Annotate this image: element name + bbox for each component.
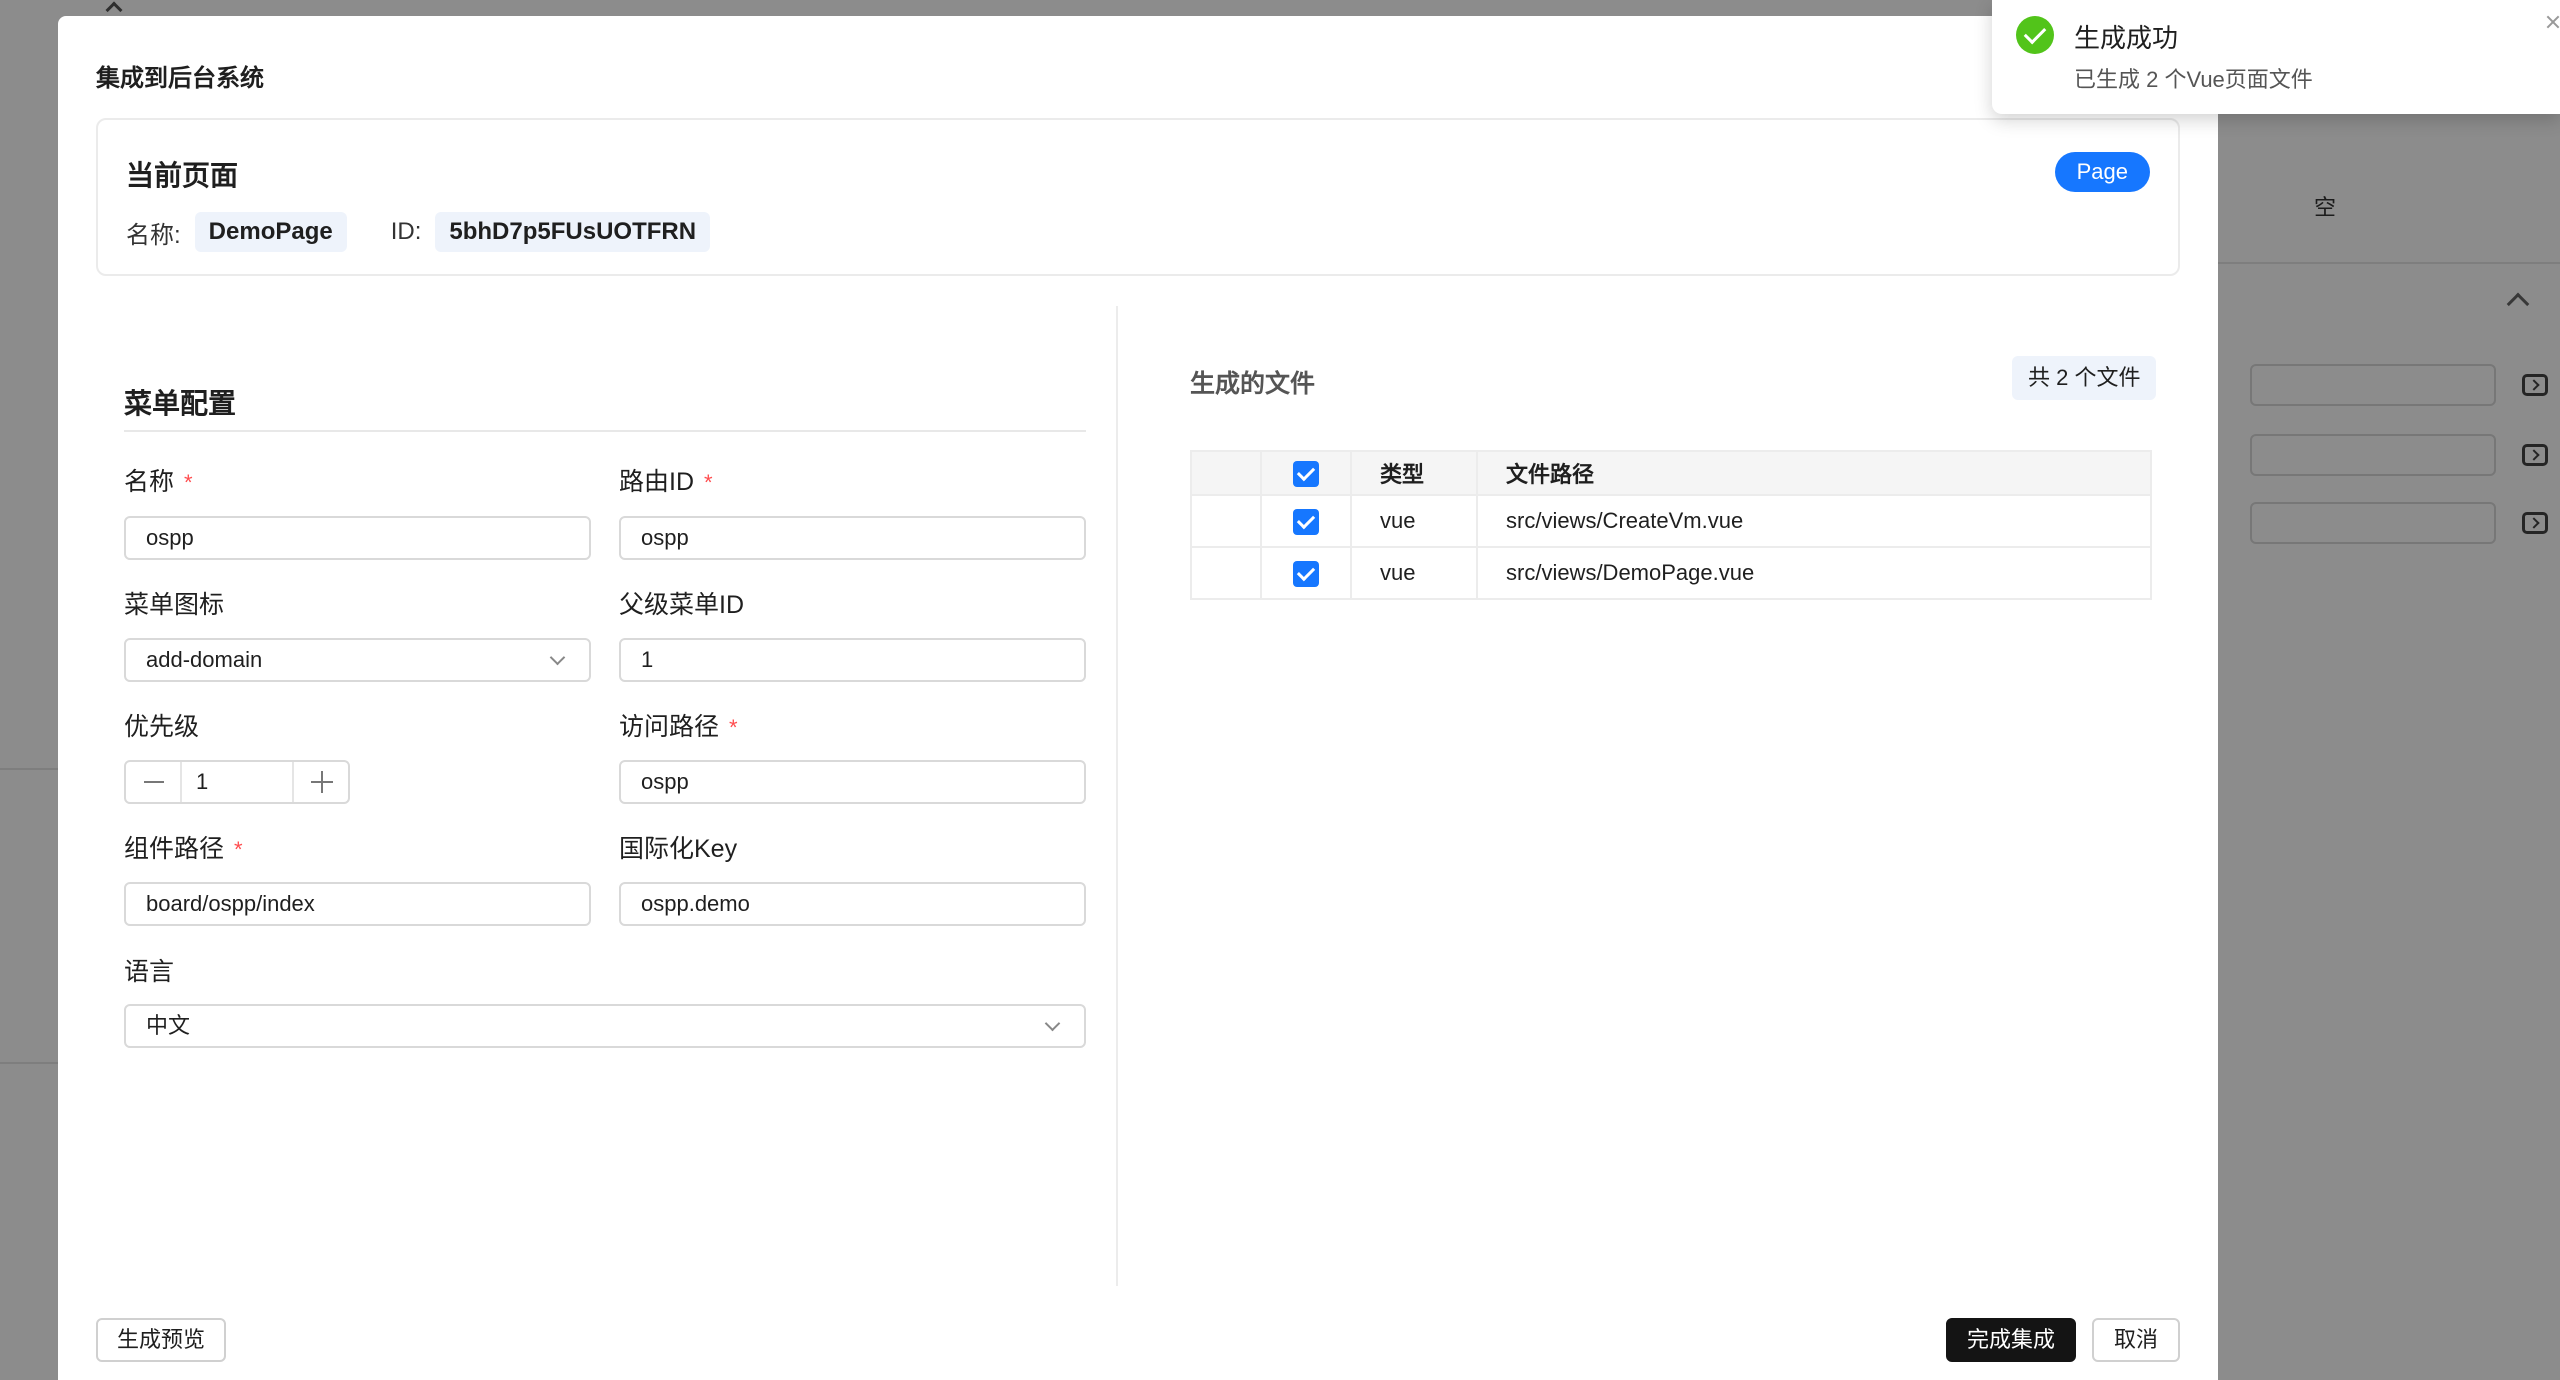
name-label-text: 名称 — [124, 468, 174, 496]
page-name-value: DemoPage — [195, 212, 347, 252]
current-page-heading: 当前页面 — [126, 154, 238, 194]
file-type-cell: vue — [1351, 495, 1477, 547]
table-header-cell — [1191, 451, 1261, 495]
table-header-type: 类型 — [1351, 451, 1477, 495]
route-id-label: 路由ID * — [619, 462, 713, 498]
file-count-badge: 共 2 个文件 — [2012, 356, 2156, 400]
menu-icon-select-value: add-domain — [146, 647, 262, 672]
required-mark: * — [704, 470, 713, 495]
i18n-key-input[interactable]: ospp.demo — [619, 882, 1086, 926]
close-icon[interactable] — [2546, 14, 2560, 28]
page-id-label: ID: — [391, 218, 422, 246]
route-id-input[interactable]: ospp — [619, 516, 1086, 560]
table-row[interactable]: vue src/views/DemoPage.vue — [1191, 547, 2151, 599]
current-page-card: 当前页面 Page 名称: DemoPage ID: 5bhD7p5FUsUOT… — [96, 118, 2180, 276]
chevron-down-icon — [1045, 1016, 1061, 1032]
chevron-down-icon — [550, 650, 566, 666]
component-path-label: 组件路径 * — [124, 829, 243, 865]
page-meta: 名称: DemoPage ID: 5bhD7p5FUsUOTFRN — [126, 212, 710, 252]
access-path-label-text: 访问路径 — [619, 713, 719, 741]
finish-integration-button[interactable]: 完成集成 — [1946, 1318, 2076, 1362]
route-id-label-text: 路由ID — [619, 468, 694, 496]
priority-label: 优先级 — [124, 707, 199, 743]
table-row[interactable]: vue src/views/CreateVm.vue — [1191, 495, 2151, 547]
table-cell — [1261, 547, 1351, 599]
section-divider — [124, 430, 1086, 432]
select-all-checkbox[interactable] — [1293, 461, 1319, 487]
modal-title: 集成到后台系统 — [96, 58, 264, 93]
priority-value[interactable]: 1 — [180, 762, 294, 802]
minus-icon[interactable] — [126, 762, 180, 802]
row-checkbox[interactable] — [1293, 561, 1319, 587]
table-cell — [1191, 495, 1261, 547]
toast-title: 生成成功 — [2074, 18, 2178, 55]
cancel-button[interactable]: 取消 — [2092, 1318, 2180, 1362]
file-path-cell: src/views/CreateVm.vue — [1477, 495, 2151, 547]
page-type-tag: Page — [2055, 152, 2150, 192]
file-path-cell: src/views/DemoPage.vue — [1477, 547, 2151, 599]
generated-files-table: 类型 文件路径 vue src/views/CreateVm.vue vue s… — [1190, 450, 2152, 600]
page-name-label: 名称: — [126, 215, 181, 250]
table-cell — [1191, 547, 1261, 599]
language-select[interactable]: 中文 — [124, 1004, 1086, 1048]
integration-modal: 集成到后台系统 当前页面 Page 名称: DemoPage ID: 5bhD7… — [58, 16, 2218, 1380]
required-mark: * — [234, 837, 243, 862]
priority-stepper[interactable]: 1 — [124, 760, 350, 804]
access-path-label: 访问路径 * — [619, 707, 738, 743]
name-label: 名称 * — [124, 462, 193, 498]
required-mark: * — [184, 470, 193, 495]
table-header-row: 类型 文件路径 — [1191, 451, 2151, 495]
language-label: 语言 — [124, 952, 174, 988]
access-path-input[interactable]: ospp — [619, 760, 1086, 804]
plus-icon[interactable] — [294, 762, 348, 802]
pane-divider — [1116, 306, 1118, 1286]
generated-files-heading: 生成的文件 — [1190, 364, 1315, 400]
menu-config-form: 菜单配置 名称 * ospp 路由ID * ospp 菜单图标 add-domain… — [124, 302, 1086, 1302]
menu-config-heading: 菜单配置 — [124, 382, 236, 422]
name-input[interactable]: ospp — [124, 516, 591, 560]
table-header-path: 文件路径 — [1477, 451, 2151, 495]
table-header-cell — [1261, 451, 1351, 495]
row-checkbox[interactable] — [1293, 509, 1319, 535]
file-type-cell: vue — [1351, 547, 1477, 599]
i18n-key-label: 国际化Key — [619, 829, 737, 865]
generate-preview-button[interactable]: 生成预览 — [96, 1318, 226, 1362]
success-toast: 生成成功 已生成 2 个Vue页面文件 — [1992, 0, 2560, 114]
component-path-label-text: 组件路径 — [124, 835, 224, 863]
component-path-input[interactable]: board/ospp/index — [124, 882, 591, 926]
menu-icon-label: 菜单图标 — [124, 585, 224, 621]
parent-menu-id-label: 父级菜单ID — [619, 585, 744, 621]
toast-description: 已生成 2 个Vue页面文件 — [2074, 62, 2313, 94]
check-circle-icon — [2016, 16, 2054, 54]
language-select-value: 中文 — [146, 1013, 190, 1038]
required-mark: * — [729, 715, 738, 740]
parent-menu-id-input[interactable]: 1 — [619, 638, 1086, 682]
table-cell — [1261, 495, 1351, 547]
menu-icon-select[interactable]: add-domain — [124, 638, 591, 682]
page-id-value: 5bhD7p5FUsUOTFRN — [435, 212, 710, 252]
